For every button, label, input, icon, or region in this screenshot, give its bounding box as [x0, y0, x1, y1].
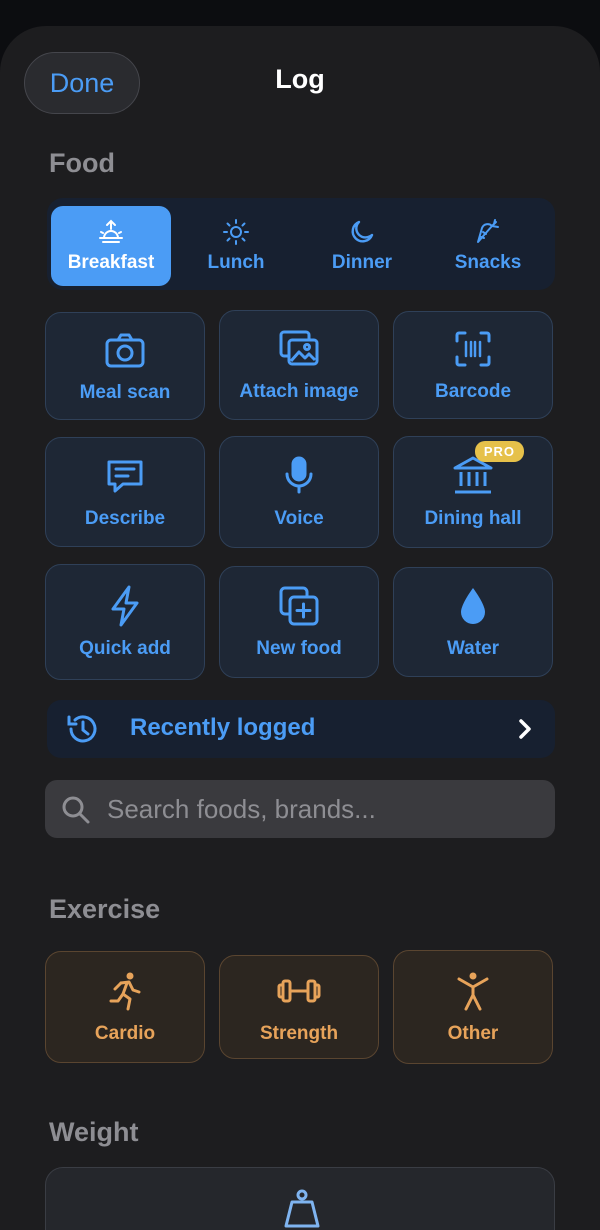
- quick-add-button[interactable]: Quick add: [45, 564, 205, 680]
- log-sheet: Done Log Food Breakfast Lunch Dinner Sna…: [0, 26, 600, 1230]
- tile-label: Cardio: [94, 1023, 156, 1044]
- search-icon: [62, 796, 90, 824]
- tab-snacks[interactable]: Snacks: [428, 206, 548, 286]
- camera-icon: [105, 333, 145, 368]
- add-copy-icon: [279, 586, 319, 626]
- tab-label: Breakfast: [67, 252, 155, 273]
- meal-tabs: Breakfast Lunch Dinner Snacks: [47, 198, 555, 290]
- recently-logged-label: Recently logged: [130, 714, 316, 741]
- weight-log-button[interactable]: [45, 1167, 555, 1230]
- tile-label: New food: [256, 638, 342, 659]
- tab-label: Lunch: [207, 252, 265, 273]
- water-button[interactable]: Water: [393, 567, 553, 677]
- carrot-icon: [477, 219, 499, 243]
- weight-scale-icon: [284, 1189, 320, 1228]
- history-icon: [67, 715, 97, 743]
- tile-label: Meal scan: [79, 382, 171, 403]
- tab-breakfast[interactable]: Breakfast: [51, 206, 171, 286]
- lightning-icon: [111, 585, 139, 627]
- tile-label: Strength: [259, 1023, 339, 1044]
- tile-label: Describe: [84, 508, 166, 529]
- meal-scan-button[interactable]: Meal scan: [45, 312, 205, 420]
- sun-icon: [223, 219, 249, 245]
- tile-label: Quick add: [79, 638, 171, 659]
- person-stretch-icon: [457, 972, 489, 1011]
- moon-icon: [351, 220, 374, 243]
- tile-label: Other: [447, 1023, 499, 1044]
- other-exercise-button[interactable]: Other: [393, 950, 553, 1064]
- weight-section-title: Weight: [49, 1117, 139, 1147]
- food-section-title: Food: [49, 148, 115, 178]
- cardio-button[interactable]: Cardio: [45, 951, 205, 1063]
- tab-lunch[interactable]: Lunch: [176, 206, 296, 286]
- microphone-icon: [285, 456, 313, 494]
- running-icon: [109, 972, 141, 1011]
- sunrise-icon: [99, 219, 123, 243]
- water-drop-icon: [461, 588, 485, 624]
- images-icon: [279, 330, 319, 366]
- message-icon: [107, 460, 143, 493]
- tab-dinner[interactable]: Dinner: [302, 206, 422, 286]
- new-food-button[interactable]: New food: [219, 566, 379, 678]
- tile-label: Voice: [274, 508, 324, 529]
- describe-button[interactable]: Describe: [45, 437, 205, 547]
- exercise-section-title: Exercise: [49, 894, 161, 924]
- search-field[interactable]: Search foods, brands...: [45, 780, 555, 838]
- pro-badge: PRO: [474, 441, 524, 462]
- barcode-button[interactable]: Barcode: [393, 311, 553, 419]
- tile-label: Water: [446, 638, 500, 659]
- strength-button[interactable]: Strength: [219, 955, 379, 1059]
- chevron-right-icon: [519, 719, 531, 739]
- recently-logged-row[interactable]: Recently logged: [47, 700, 555, 758]
- search-placeholder: Search foods, brands...: [107, 794, 376, 824]
- tile-label: Dining hall: [424, 508, 522, 529]
- attach-image-button[interactable]: Attach image: [219, 310, 379, 420]
- voice-button[interactable]: Voice: [219, 436, 379, 548]
- dining-hall-button[interactable]: Dining hall PRO: [393, 436, 553, 548]
- tab-label: Dinner: [331, 252, 393, 273]
- tab-label: Snacks: [454, 252, 522, 273]
- page-title: Log: [275, 64, 325, 94]
- tile-label: Barcode: [434, 381, 512, 402]
- dumbbell-icon: [277, 979, 321, 1003]
- tile-label: Attach image: [239, 381, 359, 402]
- barcode-icon: [455, 331, 491, 367]
